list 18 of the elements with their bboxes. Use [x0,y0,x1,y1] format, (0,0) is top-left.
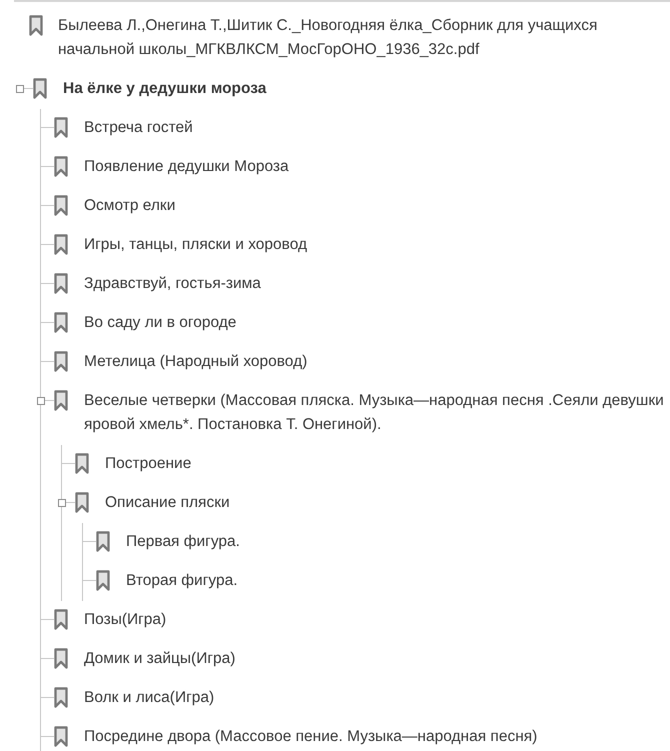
bookmark-label[interactable]: Игры, танцы, пляски и хоровод [84,233,308,257]
bookmark-label[interactable]: Появление дедушки Мороза [84,155,289,179]
document-title[interactable]: Былеева Л.,Онегина Т.,Шитик С._Новогодняя ёлка_Сборник для учащихся начальной школы_МГКВЛКСМ_МосГорОНО_1936_32с.pdf [58,14,666,62]
bookmark-label[interactable]: Описание пляски [105,491,230,515]
bookmark-label[interactable]: Первая фигура. [126,530,240,554]
bookmark-label[interactable]: Вторая фигура. [126,569,238,593]
bookmark-label[interactable]: Домик и зайцы(Игра) [84,647,236,671]
bookmark-label[interactable]: Позы(Игра) [84,608,166,632]
bookmark-label[interactable]: Здравствуй, гостья-зима [84,272,261,296]
bookmark-label[interactable]: Встреча гостей [84,116,193,140]
bookmark-label[interactable]: Метелица (Народный хоровод) [84,350,308,374]
bookmark-label[interactable]: Веселые четверки (Массовая пляска. Музыка—народная песня .Сеяли девушки яровой хмель*. Постановка Т. Онегиной). [84,389,664,437]
bookmark-label[interactable]: Во саду ли в огороде [84,311,236,335]
bookmark-label[interactable]: Посредине двора (Массовое пение. Музыка—народная песня) [84,725,538,749]
bookmark-label[interactable]: Осмотр елки [84,194,176,218]
bookmark-label[interactable]: Волк и лиса(Игра) [84,686,214,710]
bookmark-label[interactable]: На ёлке у дедушки мороза [63,77,266,101]
bookmark-label[interactable]: Построение [105,452,192,476]
